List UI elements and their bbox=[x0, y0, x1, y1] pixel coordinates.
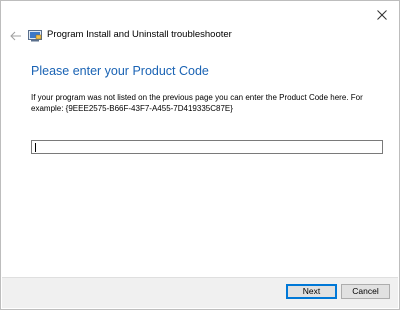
back-button[interactable] bbox=[9, 29, 23, 43]
page-heading: Please enter your Product Code bbox=[31, 64, 209, 78]
footer-bar: Next Cancel bbox=[2, 277, 398, 308]
cancel-button[interactable]: Cancel bbox=[341, 284, 390, 299]
text-caret bbox=[35, 143, 36, 152]
troubleshooter-window: Program Install and Uninstall troublesho… bbox=[0, 0, 400, 310]
window-title: Program Install and Uninstall troublesho… bbox=[47, 29, 232, 40]
page-description: If your program was not listed on the pr… bbox=[31, 93, 363, 113]
back-arrow-icon bbox=[10, 31, 21, 41]
next-button[interactable]: Next bbox=[286, 284, 337, 299]
close-icon bbox=[377, 10, 387, 20]
close-button[interactable] bbox=[371, 5, 393, 25]
product-code-input[interactable] bbox=[31, 140, 383, 154]
troubleshooter-app-icon bbox=[28, 30, 42, 42]
